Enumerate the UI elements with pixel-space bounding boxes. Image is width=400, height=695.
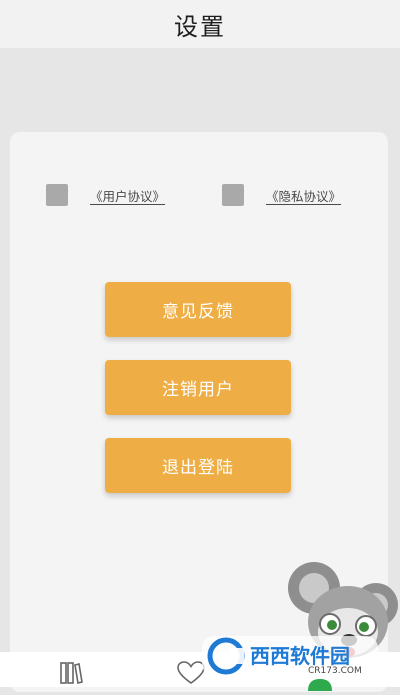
user-agreement-row: 《用户协议》: [46, 184, 165, 206]
deregister-button[interactable]: 注销用户: [105, 360, 291, 415]
user-agreement-link[interactable]: 《用户协议》: [90, 186, 165, 205]
site-watermark: 西西软件园 CR173.COM: [200, 560, 400, 687]
page-title: 设置: [174, 12, 226, 41]
feedback-button[interactable]: 意见反馈: [105, 282, 291, 337]
watermark-site-text: CR173.COM: [308, 666, 362, 676]
privacy-agreement-checkbox[interactable]: [222, 184, 244, 206]
top-bar: 设置: [0, 0, 400, 48]
logout-button[interactable]: 退出登陆: [105, 438, 291, 493]
books-icon[interactable]: [58, 660, 84, 690]
privacy-agreement-row: 《隐私协议》: [222, 184, 341, 206]
watermark-brand-text: 西西软件园: [250, 644, 350, 668]
user-agreement-checkbox[interactable]: [46, 184, 68, 206]
privacy-agreement-link[interactable]: 《隐私协议》: [266, 186, 341, 205]
